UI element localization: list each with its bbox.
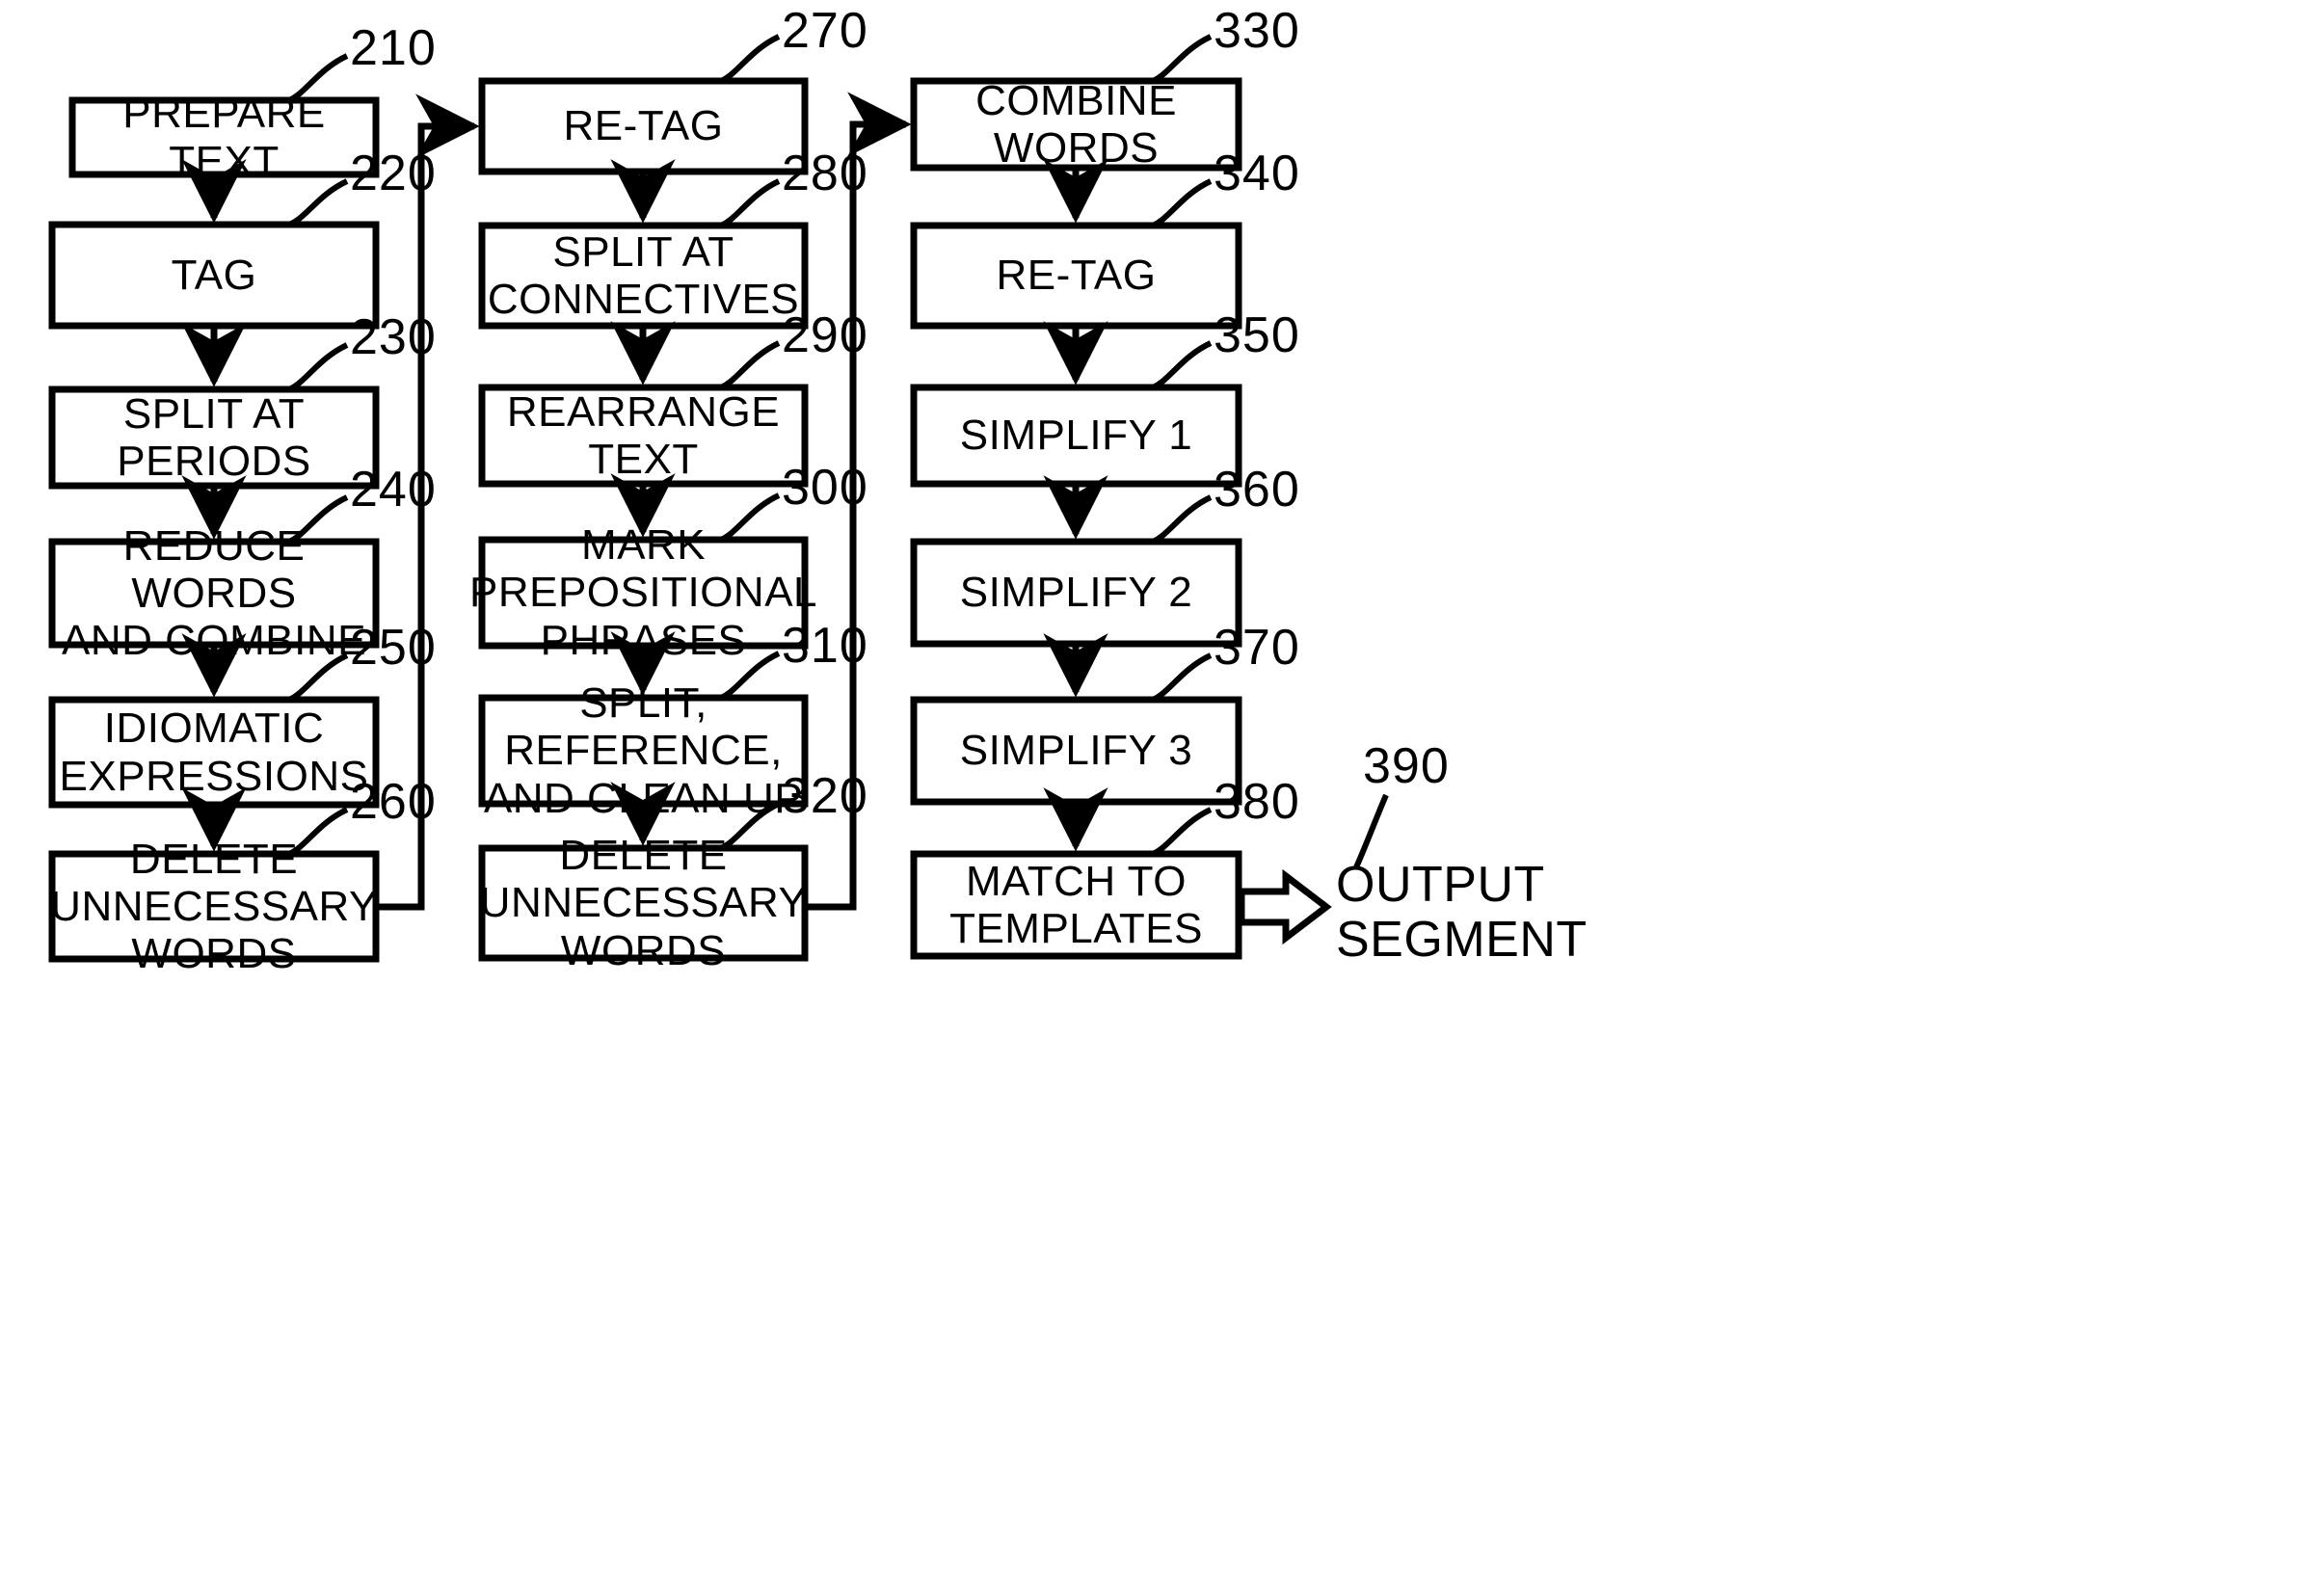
- reference-numeral-290: 290: [782, 307, 868, 363]
- process-box-220: [48, 221, 380, 330]
- leader-220: [287, 178, 349, 227]
- process-box-380: [910, 850, 1242, 960]
- leader-360: [1151, 494, 1213, 545]
- output-segment-label: OUTPUT SEGMENT: [1336, 857, 1588, 969]
- process-box-330: [910, 77, 1242, 172]
- process-box-300: [478, 536, 809, 650]
- process-box-250: [48, 696, 380, 809]
- leader-280: [719, 178, 781, 228]
- process-box-340: [910, 222, 1242, 330]
- reference-numeral-230: 230: [350, 309, 437, 365]
- reference-numeral-320: 320: [782, 768, 868, 824]
- reference-numeral-310: 310: [782, 618, 868, 674]
- leader-320: [719, 801, 781, 851]
- reference-numeral-300: 300: [782, 460, 868, 516]
- process-box-310: [478, 694, 809, 808]
- process-box-240: [48, 538, 380, 649]
- leader-340: [1151, 178, 1213, 228]
- process-box-230: [48, 386, 380, 490]
- reference-numeral-390: 390: [1363, 738, 1450, 794]
- process-box-270: [478, 77, 809, 175]
- reference-numeral-270: 270: [782, 3, 868, 59]
- reference-numeral-340: 340: [1214, 146, 1300, 201]
- process-box-290: [478, 384, 809, 488]
- process-box-260: [48, 850, 380, 963]
- leader-270: [719, 34, 781, 84]
- reference-numeral-280: 280: [782, 146, 868, 201]
- flowchart-figure: PREPARE TEXT TAG SPLIT AT PERIODS REDUCE…: [0, 0, 2322, 1596]
- leader-290: [719, 340, 781, 390]
- leader-330: [1151, 34, 1213, 84]
- leader-370: [1151, 652, 1213, 703]
- leader-250: [287, 652, 349, 703]
- leader-300: [719, 492, 781, 543]
- process-box-370: [910, 696, 1242, 806]
- leader-260: [287, 807, 349, 857]
- reference-numeral-240: 240: [350, 462, 437, 518]
- reference-numeral-260: 260: [350, 774, 437, 830]
- process-box-280: [478, 222, 809, 330]
- reference-numeral-360: 360: [1214, 462, 1300, 518]
- reference-numeral-330: 330: [1214, 3, 1300, 59]
- reference-numeral-220: 220: [350, 146, 437, 201]
- leader-240: [287, 494, 349, 545]
- flowchart-canvas: [48, 34, 1389, 963]
- process-box-360: [910, 538, 1242, 648]
- reference-numeral-250: 250: [350, 620, 437, 676]
- reference-numeral-370: 370: [1214, 620, 1300, 676]
- leader-350: [1151, 340, 1213, 390]
- reference-numeral-380: 380: [1214, 774, 1300, 830]
- process-box-350: [910, 384, 1242, 488]
- leader-310: [719, 651, 781, 701]
- reference-numeral-210: 210: [350, 20, 437, 76]
- leader-380: [1151, 807, 1213, 857]
- output-hollow-arrow: [1238, 868, 1332, 945]
- reference-numeral-350: 350: [1214, 307, 1300, 363]
- leader-210: [287, 53, 349, 103]
- process-box-320: [478, 844, 809, 962]
- process-box-210: [68, 96, 380, 178]
- leader-230: [287, 342, 349, 392]
